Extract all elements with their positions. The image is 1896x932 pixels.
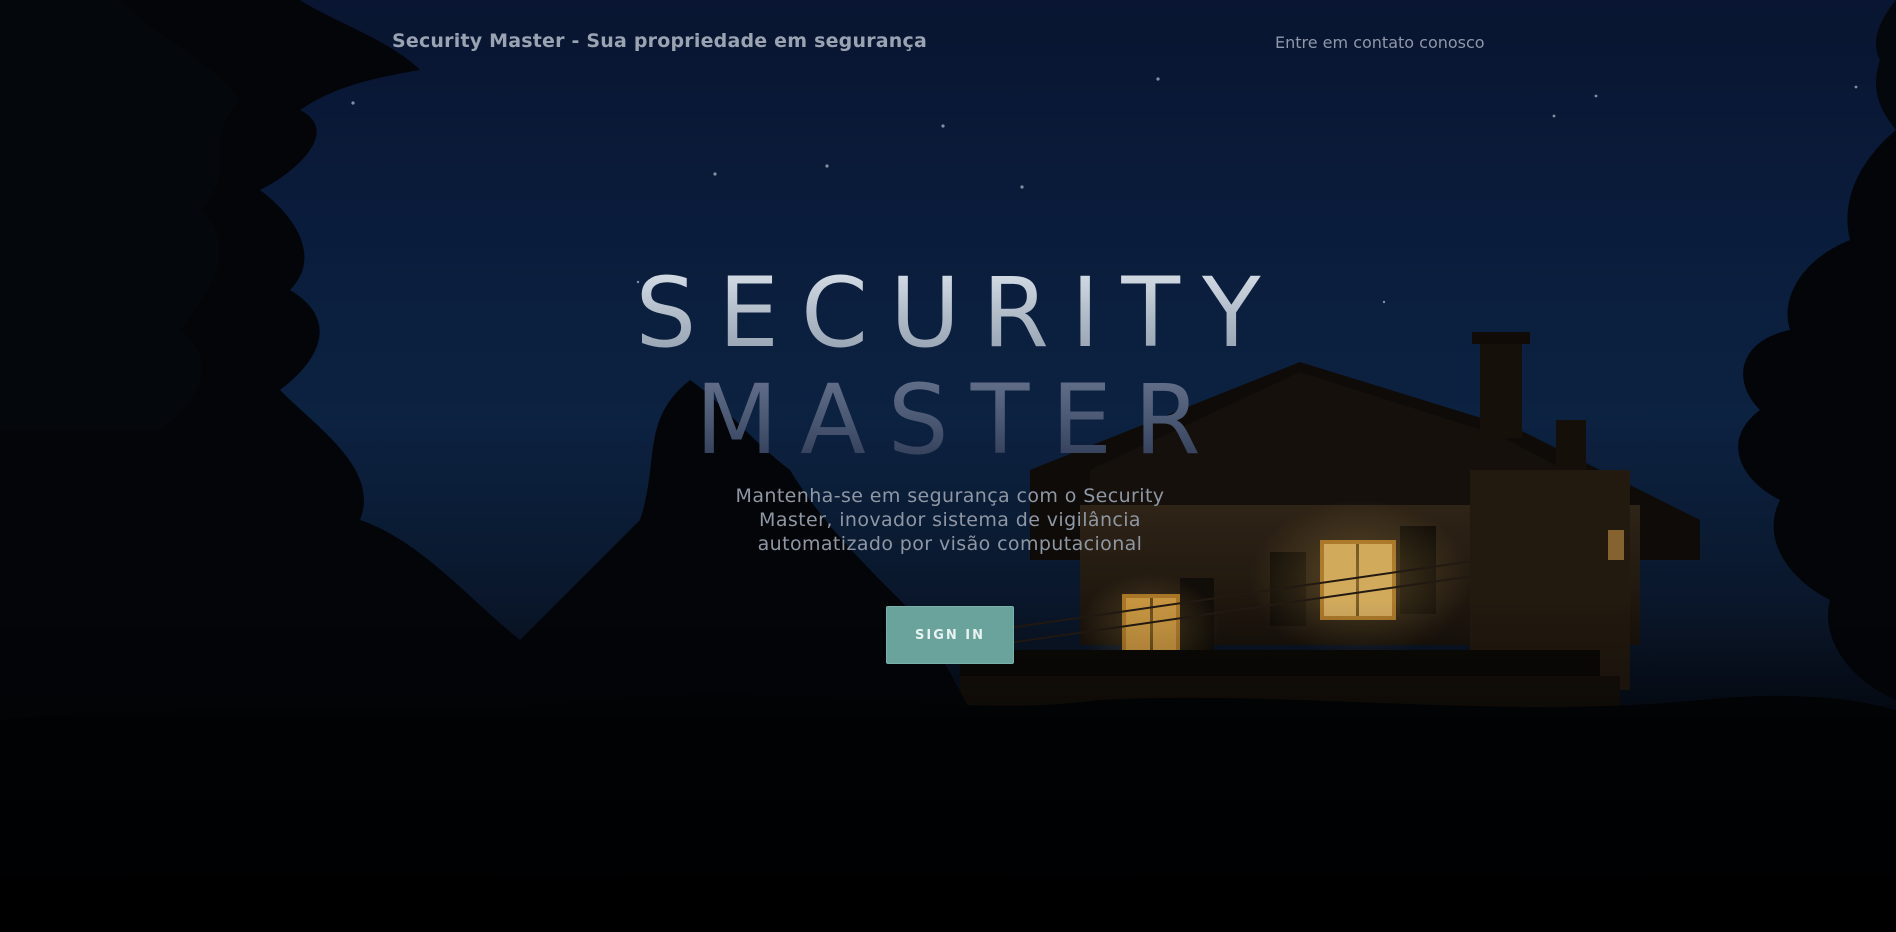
hero-title-security: SECURITY: [0, 258, 1896, 368]
sign-in-button[interactable]: SIGN IN: [886, 606, 1014, 664]
brand-title[interactable]: Security Master - Sua propriedade em seg…: [392, 30, 927, 52]
hero-tagline: Mantenha-se em segurança com o Security …: [735, 485, 1165, 555]
hero-section: Security Master - Sua propriedade em seg…: [0, 0, 1896, 932]
top-navigation: Security Master - Sua propriedade em seg…: [0, 0, 1896, 86]
contact-link[interactable]: Entre em contato conosco: [1275, 33, 1485, 52]
hero-title-master: MASTER: [0, 365, 1896, 475]
